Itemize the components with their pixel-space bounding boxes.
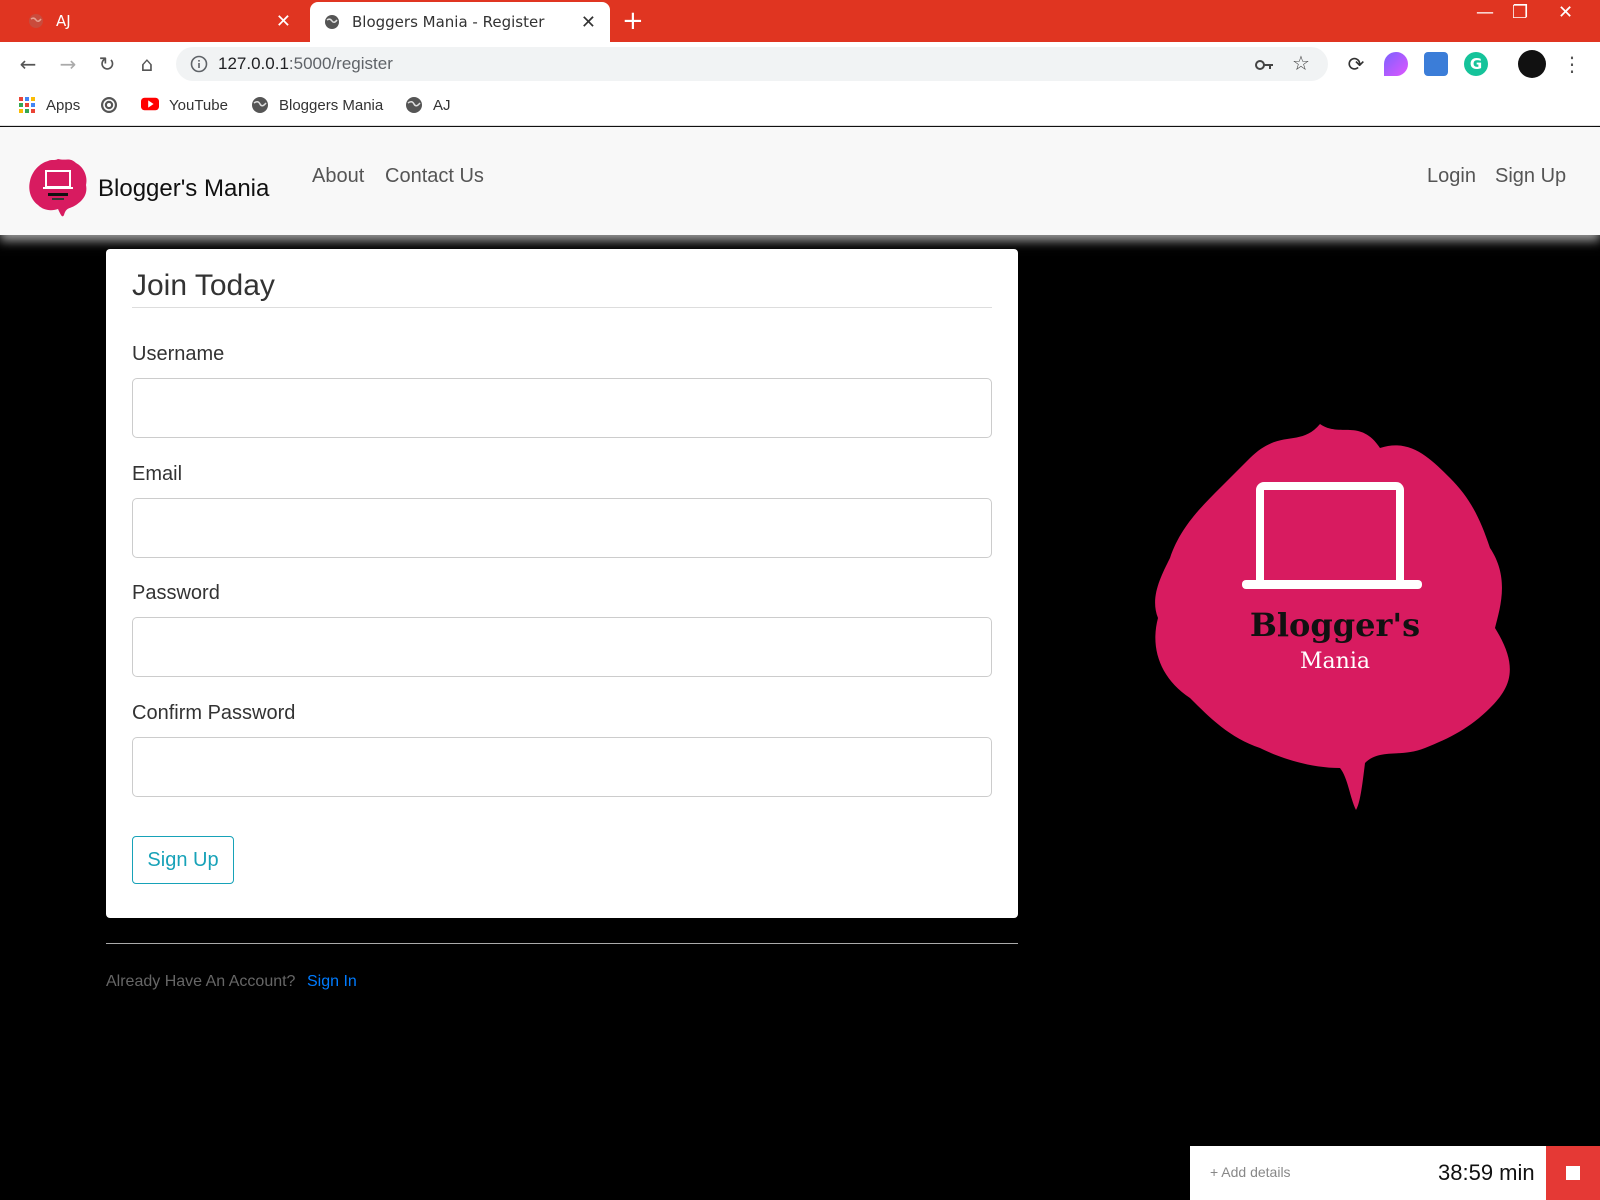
tab-aj[interactable]: AJ ✕	[0, 0, 305, 42]
tab-title: AJ	[56, 12, 71, 30]
menu-icon[interactable]: ⋮	[1560, 52, 1584, 76]
bookmark-label: AJ	[433, 96, 451, 114]
sign-up-button[interactable]: Sign Up	[132, 836, 234, 884]
address-bar[interactable]: 127.0.0.1:5000/register ☆	[176, 47, 1328, 81]
url-text: 127.0.0.1:5000/register	[218, 54, 393, 73]
youtube-icon	[141, 96, 159, 114]
logo-splash: Blogger's Mania	[1155, 424, 1510, 810]
bloggers-mania-logo: Blogger's Mania	[1150, 418, 1530, 818]
stop-icon	[1566, 1166, 1580, 1180]
logo-line2: Mania	[1300, 649, 1370, 674]
avatar[interactable]	[1518, 50, 1546, 78]
tab-strip: AJ ✕ Bloggers Mania - Register ✕ + — ❐ ✕	[0, 0, 1600, 42]
already-account-text: Already Have An Account?	[106, 973, 296, 990]
logo-line1: Blogger's	[1250, 606, 1420, 644]
brand[interactable]: Blogger's Mania	[26, 155, 269, 223]
divider	[132, 307, 992, 308]
tab-register[interactable]: Bloggers Mania - Register ✕	[310, 2, 610, 42]
username-input[interactable]	[132, 378, 992, 438]
brand-logo-icon	[26, 155, 90, 223]
sync-extension-icon[interactable]: ⟳	[1344, 52, 1368, 76]
site-navbar: Blogger's Mania About Contact Us Login S…	[0, 127, 1600, 235]
bookmarks-bar: Apps YouTube Bloggers Mania AJ	[0, 86, 1600, 126]
add-details-link[interactable]: + Add details	[1210, 1164, 1291, 1180]
bookmark-label: Apps	[46, 96, 81, 114]
tab-title: Bloggers Mania - Register	[352, 13, 545, 31]
reload-icon[interactable]: ↻	[95, 52, 119, 76]
register-card: Join Today Username Email Password Confi…	[106, 249, 1018, 918]
browser-toolbar: ← → ↻ ⌂ 127.0.0.1:5000/register ☆ ⟳ G ⋮	[0, 42, 1600, 86]
info-icon[interactable]	[190, 55, 208, 73]
email-label: Email	[132, 463, 183, 485]
apps-grid-icon	[18, 96, 36, 114]
bookmark-label: Bloggers Mania	[279, 96, 384, 114]
bookmark-spiral[interactable]	[100, 96, 128, 114]
key-icon[interactable]	[1254, 55, 1274, 75]
nav-contact-us[interactable]: Contact Us	[385, 165, 484, 188]
email-input[interactable]	[132, 498, 992, 558]
username-label: Username	[132, 343, 225, 365]
nav-login[interactable]: Login	[1427, 165, 1476, 188]
bookmark-bloggers-mania[interactable]: Bloggers Mania	[251, 96, 383, 114]
star-icon[interactable]: ☆	[1292, 51, 1312, 75]
bookmark-youtube[interactable]: YouTube	[141, 96, 228, 114]
stop-button[interactable]	[1546, 1146, 1600, 1200]
back-icon[interactable]: ←	[16, 52, 40, 76]
confirm-password-label: Confirm Password	[132, 702, 296, 724]
nav-sign-up[interactable]: Sign Up	[1495, 165, 1566, 188]
password-input[interactable]	[132, 617, 992, 677]
spiral-icon	[100, 96, 118, 114]
globe-icon	[405, 96, 423, 114]
close-icon[interactable]: ✕	[276, 11, 291, 32]
extension-icon[interactable]	[1384, 52, 1408, 76]
restore-icon[interactable]: ❐	[1512, 2, 1528, 23]
timer-widget: + Add details 38:59 min	[1190, 1146, 1600, 1200]
forward-icon[interactable]: →	[56, 52, 80, 76]
new-tab-icon[interactable]: +	[622, 6, 644, 36]
css-extension-icon[interactable]	[1424, 52, 1448, 76]
password-label: Password	[132, 582, 220, 604]
bookmark-label: YouTube	[169, 96, 228, 114]
bookmark-apps[interactable]: Apps	[18, 96, 80, 114]
nav-about[interactable]: About	[312, 165, 364, 188]
globe-icon	[324, 14, 340, 30]
footer-divider	[106, 943, 1018, 944]
home-icon[interactable]: ⌂	[135, 52, 159, 76]
form-title: Join Today	[132, 269, 275, 302]
confirm-password-input[interactable]	[132, 737, 992, 797]
sign-in-link[interactable]: Sign In	[307, 973, 357, 991]
grammarly-icon[interactable]: G	[1464, 52, 1488, 76]
globe-icon	[28, 13, 44, 29]
close-icon[interactable]: ✕	[581, 12, 596, 33]
minimize-icon[interactable]: —	[1476, 2, 1494, 23]
bookmark-aj[interactable]: AJ	[405, 96, 451, 114]
brand-name: Blogger's Mania	[98, 175, 270, 202]
window-close-icon[interactable]: ✕	[1558, 2, 1573, 23]
globe-icon	[251, 96, 269, 114]
timer-value: 38:59 min	[1438, 1160, 1535, 1185]
